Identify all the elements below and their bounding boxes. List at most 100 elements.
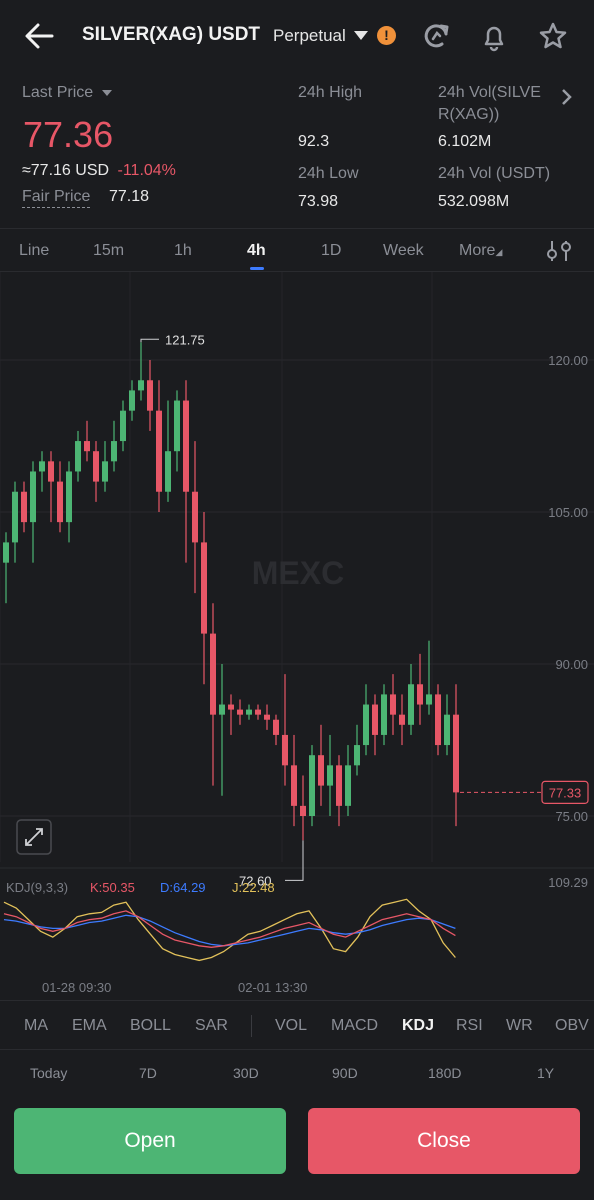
candle-body	[273, 719, 279, 735]
range-tabs: Today 7D 30D 90D 180D 1Y	[0, 1050, 594, 1088]
refresh-icon[interactable]	[420, 20, 452, 52]
price-markers: 121.7572.6077.33	[140, 332, 589, 888]
candle-body	[57, 481, 63, 523]
interval-tabs: Line 15m 1h 4h 1D Week More◢	[0, 228, 594, 272]
vol-quote-value: 532.098M	[438, 193, 510, 210]
candle-body	[300, 805, 306, 816]
indicator-vol[interactable]: VOL	[275, 1017, 307, 1035]
open-button[interactable]: Open	[14, 1108, 286, 1174]
price-change: -11.04%	[117, 162, 176, 179]
range-90d[interactable]: 90D	[332, 1065, 358, 1081]
candle-body	[354, 745, 360, 766]
indicator-boll[interactable]: BOLL	[130, 1017, 171, 1035]
last-price: 77.36	[23, 114, 114, 155]
candle-body	[291, 765, 297, 806]
indicator-ema[interactable]: EMA	[72, 1017, 107, 1035]
bell-icon[interactable]	[478, 20, 510, 52]
top-bar: SILVER(XAG) USDT Perpetual !	[0, 0, 594, 72]
kdj-j-value: J:22.48	[232, 880, 275, 895]
candle-body	[237, 709, 243, 715]
star-icon[interactable]	[537, 20, 569, 52]
kdj-top-value: 109.29	[548, 875, 588, 890]
range-180d[interactable]: 180D	[428, 1065, 461, 1081]
y-tick-label: 105.00	[548, 505, 588, 520]
time-label-2: 02-01 13:30	[238, 980, 307, 995]
tab-15m[interactable]: 15m	[93, 242, 124, 260]
range-today[interactable]: Today	[30, 1065, 67, 1081]
candle-body	[408, 684, 414, 725]
candle-body	[192, 491, 198, 543]
candle-body	[129, 390, 135, 411]
candle-body	[174, 400, 180, 452]
tab-week[interactable]: Week	[383, 242, 424, 260]
active-tab-indicator	[250, 267, 264, 270]
candle-body	[246, 709, 252, 715]
candle-body	[12, 491, 18, 543]
chart-settings-icon[interactable]	[545, 239, 573, 263]
y-tick-label: 120.00	[548, 353, 588, 368]
candle-body	[120, 410, 126, 442]
candle-body	[156, 410, 162, 492]
candle-body	[39, 461, 45, 472]
candle-body	[111, 441, 117, 462]
indicator-kdj[interactable]: KDJ	[402, 1017, 434, 1035]
candle-body	[255, 709, 261, 715]
candle-body	[435, 694, 441, 746]
current-price-tag: 77.33	[549, 785, 582, 800]
kdj-d-value: D:64.29	[160, 880, 206, 895]
warning-icon[interactable]: !	[377, 26, 396, 45]
indicator-rsi[interactable]: RSI	[456, 1017, 483, 1035]
fair-price-label[interactable]: Fair Price	[22, 188, 91, 208]
close-button[interactable]: Close	[308, 1108, 580, 1174]
usd-equivalent: ≈77.16 USD -11.04%	[22, 162, 176, 179]
tab-more[interactable]: More◢	[459, 242, 502, 260]
last-price-label[interactable]: Last Price	[22, 84, 112, 102]
min-marker-line	[285, 840, 304, 881]
vol-base-label-1: 24h Vol(SILVE	[438, 84, 541, 101]
kdj-k-value: K:50.35	[90, 880, 135, 895]
tab-line[interactable]: Line	[19, 242, 49, 260]
candle-body	[453, 714, 459, 793]
candle-body	[282, 734, 288, 766]
candle-body	[30, 471, 36, 523]
vol-base-value: 6.102M	[438, 133, 492, 150]
chevron-down-icon[interactable]	[354, 31, 368, 40]
indicator-ma[interactable]: MA	[24, 1017, 48, 1035]
tab-1h[interactable]: 1h	[174, 242, 192, 260]
y-tick-label: 90.00	[555, 657, 588, 672]
kdj-j-line	[3, 898, 456, 962]
contract-type[interactable]: Perpetual	[273, 26, 346, 46]
indicator-wr[interactable]: WR	[506, 1017, 533, 1035]
fair-price: 77.18	[109, 188, 150, 205]
candle-body	[165, 451, 171, 492]
kdj-panel	[3, 898, 456, 962]
back-arrow-icon[interactable]	[22, 18, 62, 54]
range-7d[interactable]: 7D	[139, 1065, 157, 1081]
high-label: 24h High	[298, 84, 363, 101]
candle-body	[390, 694, 396, 715]
price-chart[interactable]: MEXC 120.00 105.00 90.00 75.00 121.7572.607…	[0, 272, 594, 1000]
chevron-right-icon[interactable]	[560, 88, 574, 106]
action-bar: Open Close	[0, 1088, 594, 1200]
candle-body	[138, 380, 144, 391]
kdj-d-line	[3, 914, 456, 947]
candle-body	[426, 694, 432, 705]
candle-body	[264, 714, 270, 720]
indicator-sar[interactable]: SAR	[195, 1017, 228, 1035]
candle-body	[84, 441, 90, 452]
candle-body	[183, 400, 189, 492]
candle-body	[201, 542, 207, 634]
candle-body	[147, 380, 153, 411]
range-1y[interactable]: 1Y	[537, 1065, 554, 1081]
range-30d[interactable]: 30D	[233, 1065, 259, 1081]
symbol-title[interactable]: SILVER(XAG) USDT	[82, 24, 260, 46]
candle-body	[48, 461, 54, 482]
indicator-macd[interactable]: MACD	[331, 1017, 378, 1035]
indicator-obv[interactable]: OBV	[555, 1017, 589, 1035]
divider	[251, 1015, 252, 1037]
candle-body	[372, 704, 378, 735]
tab-4h[interactable]: 4h	[247, 242, 266, 260]
max-marker-label: 121.75	[165, 332, 205, 347]
candle-body	[21, 491, 27, 523]
tab-1d[interactable]: 1D	[321, 242, 341, 260]
